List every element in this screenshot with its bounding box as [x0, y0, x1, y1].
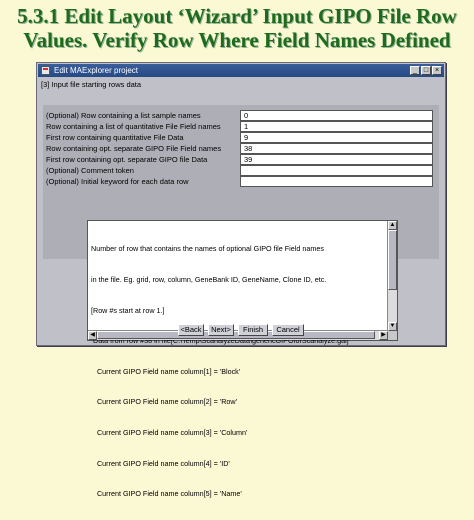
- sample-names-row-input[interactable]: [240, 110, 433, 121]
- vertical-scroll-thumb[interactable]: [388, 230, 397, 290]
- form-label: First row containing quantitative File D…: [46, 133, 184, 142]
- quant-data-first-row-input[interactable]: [240, 132, 433, 143]
- scroll-down-icon[interactable]: ▼: [388, 322, 397, 331]
- scroll-up-icon[interactable]: ▲: [388, 221, 397, 230]
- info-line: Current GIPO Field name column[1] = 'Blo…: [91, 366, 241, 376]
- info-textarea[interactable]: Number of row that contains the names of…: [87, 220, 398, 498]
- form-row: First row containing quantitative File D…: [43, 132, 439, 143]
- section-label: [3] Input file starting rows data: [41, 80, 142, 89]
- form-label: First row containing opt. separate GIPO …: [46, 155, 208, 164]
- info-line: Current GIPO Field name column[5] = 'Nam…: [91, 489, 242, 499]
- info-line: Current GIPO Field name column[2] = 'Row…: [91, 397, 237, 407]
- maximize-button[interactable]: □: [421, 66, 431, 75]
- window-title: Edit MAExplorer project: [54, 66, 139, 75]
- form-label: Row containing a list of quantitative Fi…: [46, 122, 221, 131]
- form-row: (Optional) Initial keyword for each data…: [43, 176, 439, 187]
- form-label: (Optional) Row containing a list sample …: [46, 111, 201, 120]
- slide-title-line-1: 5.3.1 Edit Layout ‘Wizard’ Input GIPO Fi…: [17, 4, 457, 28]
- form-row: Row containing a list of quantitative Fi…: [43, 121, 439, 132]
- window-titlebar[interactable]: Edit MAExplorer project _ □ ×: [38, 64, 444, 77]
- gipo-data-first-row-input[interactable]: [240, 154, 433, 165]
- back-button[interactable]: <Back: [178, 324, 204, 336]
- next-button[interactable]: Next>: [208, 324, 234, 336]
- info-line: Current GIPO Field name column[3] = 'Col…: [91, 428, 248, 438]
- slide-title: 5.3.1 Edit Layout ‘Wizard’ Input GIPO Fi…: [0, 4, 474, 52]
- finish-button[interactable]: Finish: [238, 324, 268, 336]
- vertical-scrollbar[interactable]: ▲ ▼: [387, 221, 397, 331]
- cancel-button[interactable]: Cancel: [272, 324, 304, 336]
- scroll-left-icon[interactable]: ◀: [88, 331, 97, 340]
- form-row: First row containing opt. separate GIPO …: [43, 154, 439, 165]
- form-label: Row containing opt. separate GIPO File F…: [46, 144, 222, 153]
- gipo-field-names-row-input[interactable]: [240, 143, 433, 154]
- info-line: Number of row that contains the names of…: [91, 244, 324, 254]
- info-line: in the file. Eg. grid, row, column, Gene…: [91, 275, 327, 285]
- scroll-right-icon[interactable]: ▶: [379, 331, 388, 340]
- scrollbar-corner: [388, 331, 397, 340]
- info-line: Current GIPO Field name column[4] = 'ID': [91, 458, 230, 468]
- comment-token-input[interactable]: [240, 165, 433, 176]
- form-label: (Optional) Initial keyword for each data…: [46, 177, 189, 186]
- maexplorer-window: Edit MAExplorer project _ □ × [3] Input …: [36, 62, 446, 498]
- initial-keyword-input[interactable]: [240, 176, 433, 187]
- form-row: Row containing opt. separate GIPO File F…: [43, 143, 439, 154]
- info-text: Number of row that contains the names of…: [91, 224, 385, 520]
- info-line: [Row #s start at row 1.]: [91, 305, 165, 315]
- slide-title-line-2: Values. Verify Row Where Field Names Def…: [23, 28, 451, 52]
- quant-field-names-row-input[interactable]: [240, 121, 433, 132]
- form-row: (Optional) Row containing a list sample …: [43, 110, 439, 121]
- form-row: (Optional) Comment token: [43, 165, 439, 176]
- minimize-button[interactable]: _: [410, 66, 420, 75]
- app-icon: [41, 66, 50, 75]
- horizontal-scroll-thumb[interactable]: [97, 331, 375, 339]
- close-button[interactable]: ×: [432, 66, 442, 75]
- form-label: (Optional) Comment token: [46, 166, 134, 175]
